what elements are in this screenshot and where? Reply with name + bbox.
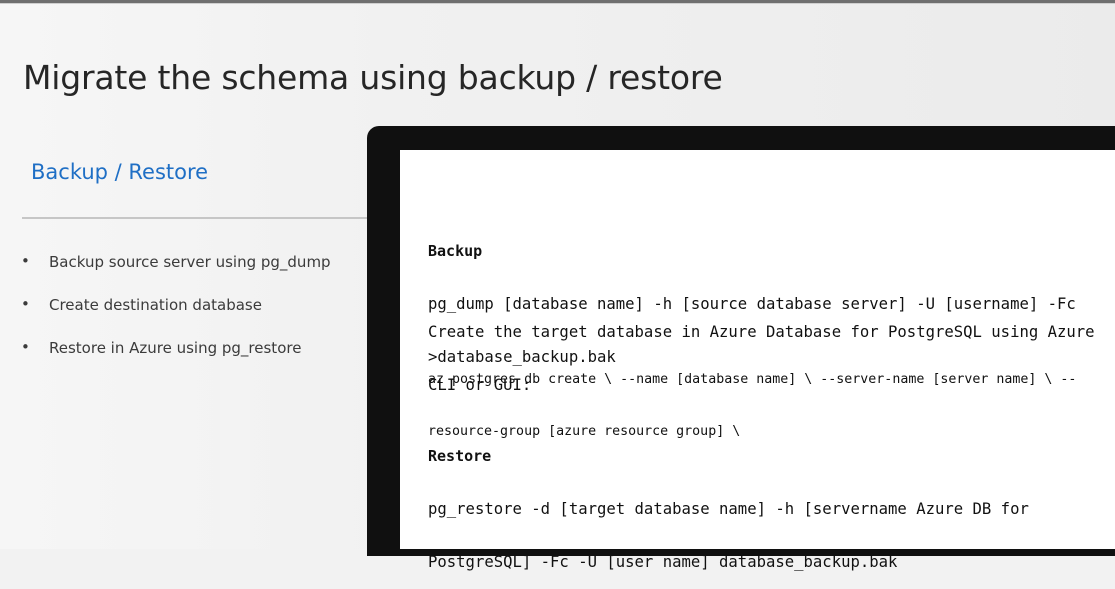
backup-label: Backup [428, 242, 483, 260]
bullet-text: Create destination database [49, 296, 262, 314]
slide-title: Migrate the schema using backup / restor… [23, 58, 723, 97]
az-command-line: az postgres db create \ --name [database… [428, 372, 1077, 387]
restore-command-line: PostgreSQL] -Fc -U [user name] database_… [428, 553, 898, 571]
bullet-icon: • [21, 338, 30, 356]
restore-label: Restore [428, 447, 492, 465]
section-heading: Backup / Restore [31, 160, 209, 184]
bullet-text: Restore in Azure using pg_restore [49, 339, 302, 357]
bullet-text: Backup source server using pg_dump [49, 253, 331, 271]
bullet-icon: • [21, 252, 30, 270]
restore-command-line: pg_restore -d [target database name] -h … [428, 500, 1029, 518]
bullet-icon: • [21, 295, 30, 313]
section-divider [22, 217, 376, 219]
restore-command-block: Restore pg_restore -d [target database n… [428, 411, 1029, 589]
